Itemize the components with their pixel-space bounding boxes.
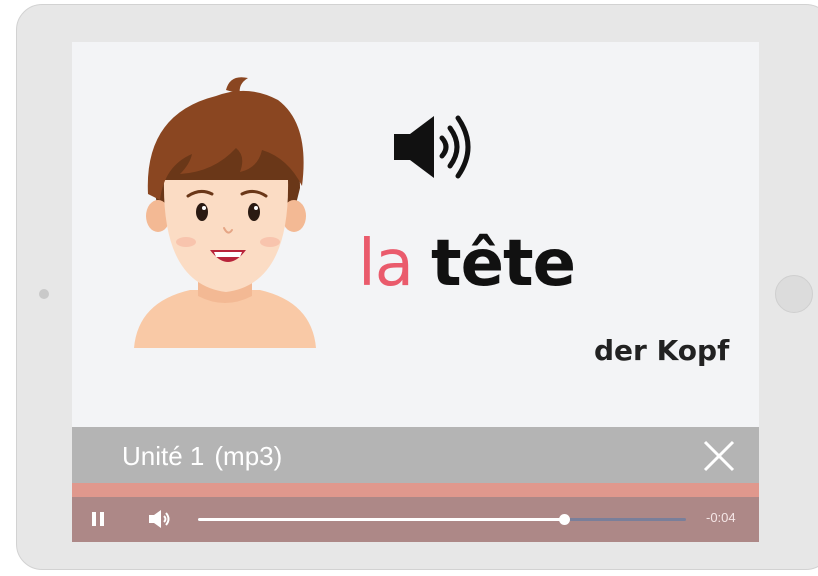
time-remaining: -0:04 xyxy=(706,510,736,525)
volume-icon[interactable] xyxy=(148,508,172,530)
lesson-screen: la tête der Kopf Unité 1 (mp3) -0:04 xyxy=(72,42,759,542)
close-icon[interactable] xyxy=(702,439,736,473)
boy-face-icon xyxy=(134,77,316,348)
vocab-noun: tête xyxy=(431,227,576,301)
speaker-icon[interactable] xyxy=(390,112,480,182)
home-button[interactable] xyxy=(775,275,813,313)
vocab-article: la xyxy=(358,227,414,301)
track-format: (mp3) xyxy=(214,441,283,471)
vocab-translation: der Kopf xyxy=(594,334,730,367)
progress-scrubber[interactable] xyxy=(559,514,570,525)
audio-player: Unité 1 (mp3) -0:04 xyxy=(72,427,759,542)
track-title: Unité 1 xyxy=(122,441,205,471)
player-title: Unité 1 (mp3) xyxy=(122,441,282,472)
progress-fill xyxy=(198,518,564,521)
player-header: Unité 1 (mp3) xyxy=(72,427,759,483)
player-accent-strip xyxy=(72,483,759,497)
vocab-word: la tête xyxy=(358,232,576,296)
progress-track[interactable] xyxy=(198,514,686,525)
pause-icon[interactable] xyxy=(88,509,108,529)
front-camera xyxy=(39,289,49,299)
player-controls: -0:04 xyxy=(72,497,759,542)
